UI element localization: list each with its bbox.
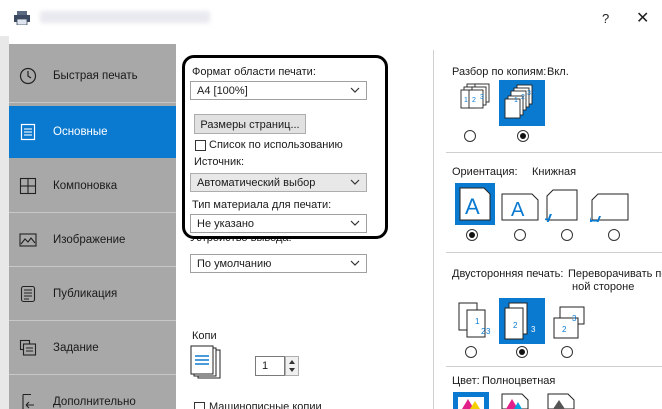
sidebar-item-basic[interactable]: Основные <box>9 106 177 158</box>
stepper-arrows-icon <box>289 360 295 372</box>
svg-text:3: 3 <box>486 327 491 336</box>
duplex-off-icon[interactable]: 1 2 3 <box>453 300 493 342</box>
sidebar: Быстрая печать Основные Компоновка Изобр… <box>9 44 177 409</box>
copies-stepper[interactable] <box>285 356 299 376</box>
svg-text:A: A <box>465 194 480 219</box>
typed-copies-checkbox[interactable] <box>194 402 205 409</box>
collate-value: Вкл. <box>547 66 569 78</box>
sidebar-item-label: Быстрая печать <box>53 70 138 82</box>
svg-text:1: 1 <box>514 97 518 104</box>
orientation-rotated-portrait-radio[interactable] <box>561 229 573 241</box>
svg-text:2: 2 <box>562 325 567 334</box>
svg-text:A: A <box>511 199 525 221</box>
divider <box>446 366 662 367</box>
collate-on-icon: 1 2 3 <box>504 84 533 119</box>
sidebar-item-label: Основные <box>53 126 108 138</box>
collate-off-radio[interactable] <box>464 130 476 142</box>
left-strip <box>0 36 9 409</box>
collate-off-icon[interactable]: 1 2 3 <box>453 80 493 126</box>
duplex-short-edge-radio[interactable] <box>561 346 573 358</box>
color-mode-icon[interactable] <box>498 392 530 409</box>
rotated-landscape-icon[interactable]: A <box>590 192 630 222</box>
help-button[interactable]: ? <box>602 11 609 26</box>
orientation-portrait-radio[interactable] <box>466 229 478 241</box>
output-select[interactable]: По умолчанию <box>190 254 367 273</box>
rotated-portrait-icon[interactable]: A <box>545 188 579 222</box>
chevron-down-icon <box>350 260 360 266</box>
divider <box>9 266 176 267</box>
sidebar-item-advanced[interactable]: Дополнительно <box>9 376 176 409</box>
panel-separator <box>433 50 434 409</box>
divider <box>9 374 176 375</box>
svg-text:3: 3 <box>572 314 577 323</box>
sidebar-item-quick-print[interactable]: Быстрая печать <box>9 50 176 102</box>
portrait-icon: A <box>459 187 491 221</box>
copies-input[interactable]: 1 <box>255 356 285 376</box>
orientation-label: Ориентация: <box>452 166 518 178</box>
grayscale-icon[interactable] <box>544 392 576 409</box>
svg-text:A: A <box>590 211 601 222</box>
divider <box>9 320 176 321</box>
duplex-long-edge-radio[interactable] <box>516 346 528 358</box>
title-bar: ? ✕ <box>0 0 662 36</box>
window-title-blurred <box>40 11 210 23</box>
color-label: Цвет: <box>452 375 480 387</box>
duplex-value-line1: Переворачивать по <box>568 268 662 280</box>
document-icon <box>20 123 36 141</box>
svg-text:1: 1 <box>464 97 468 104</box>
sidebar-item-layout[interactable]: Компоновка <box>9 160 176 212</box>
sidebar-item-job[interactable]: Задание <box>9 322 176 374</box>
highlight-frame <box>182 55 388 239</box>
job-stack-icon <box>19 339 37 356</box>
copies-label: Копи <box>192 330 217 342</box>
divider <box>9 212 176 213</box>
divider <box>446 252 662 253</box>
duplex-label: Двусторонняя печать: <box>452 268 564 280</box>
close-button[interactable]: ✕ <box>636 8 649 28</box>
copies-icon <box>190 345 221 379</box>
duplex-off-radio[interactable] <box>465 346 477 358</box>
sidebar-item-label: Дополнительно <box>53 396 136 408</box>
advanced-icon <box>22 393 34 409</box>
output-value: По умолчанию <box>197 258 272 270</box>
sidebar-item-publication[interactable]: Публикация <box>9 268 176 320</box>
orientation-landscape-radio[interactable] <box>514 229 526 241</box>
duplex-short-edge-icon[interactable]: 3 2 <box>550 304 590 342</box>
orientation-rotated-landscape-radio[interactable] <box>608 229 620 241</box>
landscape-icon[interactable]: A <box>500 192 540 222</box>
image-icon <box>19 233 37 247</box>
svg-text:3: 3 <box>527 90 531 97</box>
sidebar-item-label: Задание <box>53 342 99 354</box>
svg-text:A: A <box>545 209 552 222</box>
publication-icon <box>20 285 36 303</box>
sidebar-item-label: Изображение <box>53 234 126 246</box>
duplex-long-edge-icon: 2 3 <box>504 302 536 340</box>
svg-text:1: 1 <box>475 317 480 326</box>
sidebar-item-label: Компоновка <box>53 180 118 192</box>
sidebar-item-label: Публикация <box>53 288 118 300</box>
printer-icon <box>14 11 30 25</box>
svg-text:2: 2 <box>472 97 476 104</box>
typed-copies-label: Машинописные копии <box>209 401 322 409</box>
divider <box>446 152 662 153</box>
duplex-value-line2: ной стороне <box>572 281 635 293</box>
svg-text:3: 3 <box>531 325 536 334</box>
orientation-value: Книжная <box>532 166 577 178</box>
clock-icon <box>19 67 37 85</box>
svg-text:2: 2 <box>513 321 518 330</box>
collate-label: Разбор по копиям: <box>452 66 547 78</box>
divider <box>9 102 176 103</box>
copies-value: 1 <box>262 360 269 372</box>
layout-grid-icon <box>19 177 37 195</box>
collate-on-radio[interactable] <box>517 130 529 142</box>
svg-text:3: 3 <box>480 94 484 101</box>
color-value: Полноцветная <box>482 375 556 387</box>
svg-text:2: 2 <box>521 94 525 101</box>
sidebar-item-image[interactable]: Изображение <box>9 214 176 266</box>
full-color-icon <box>458 397 484 409</box>
